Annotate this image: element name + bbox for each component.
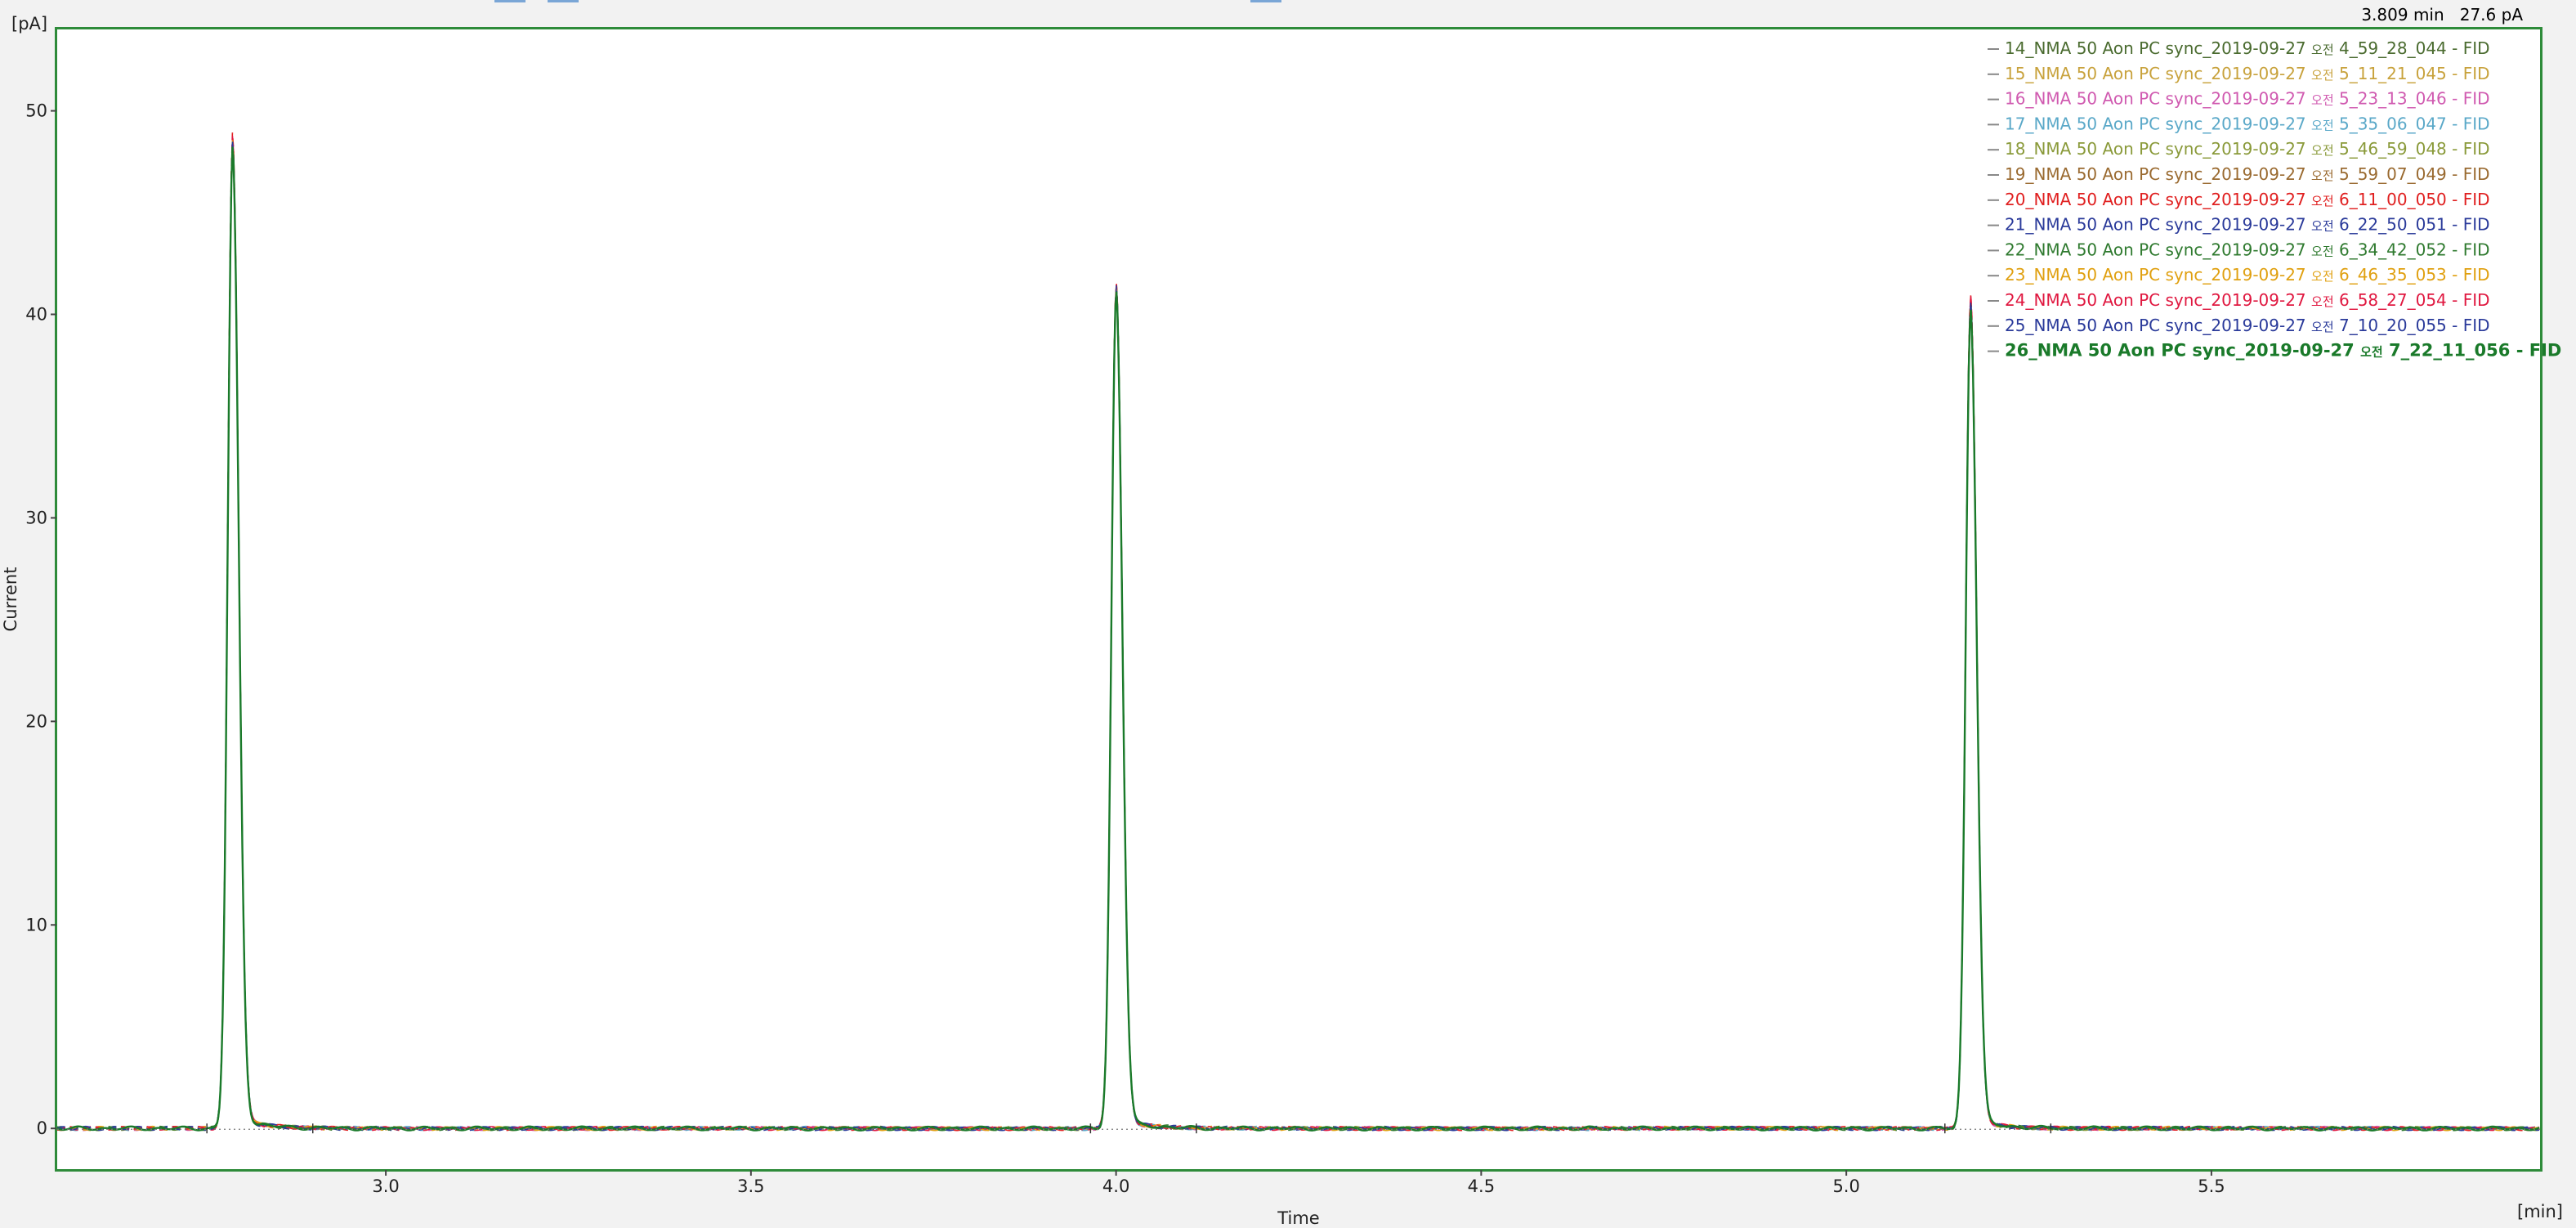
legend-entry[interactable]: 17_NMA 50 Aon PC sync_2019-09-27 오전 5_35… (2005, 114, 2490, 133)
series-line (56, 140, 2540, 1132)
series-line (56, 136, 2540, 1132)
legend-entry[interactable]: 24_NMA 50 Aon PC sync_2019-09-27 오전 6_58… (2005, 290, 2490, 310)
series-line (57, 137, 2540, 1132)
legend-entry[interactable]: 15_NMA 50 Aon PC sync_2019-09-27 오전 5_11… (2005, 64, 2490, 83)
y-axis-unit: [pA] (11, 14, 47, 34)
legend-entry[interactable]: 22_NMA 50 Aon PC sync_2019-09-27 오전 6_34… (2005, 240, 2490, 259)
chromatogram-chart: 0 10 20 30 40 50 3.0 3.5 4.0 4.5 5.0 5.5 [pA] Current… (1, 14, 2563, 1228)
legend-entry[interactable]: 21_NMA 50 Aon PC sync_2019-09-27 오전 6_22… (2005, 215, 2490, 235)
legend-entry[interactable]: 23_NMA 50 Aon PC sync_2019-09-27 오전 6_46… (2005, 265, 2490, 285)
series-line (57, 140, 2540, 1132)
x-axis-label: Time (1277, 1208, 1319, 1228)
x-tick-label: 3.0 (372, 1176, 399, 1196)
y-tick-label: 50 (25, 101, 47, 121)
y-tick-label: 10 (25, 915, 47, 934)
series-line (56, 140, 2540, 1132)
y-tick-label: 0 (37, 1118, 47, 1138)
x-tick-label: 5.5 (2198, 1176, 2225, 1196)
x-tick-label: 5.0 (1832, 1176, 1859, 1196)
legend-entry[interactable]: 16_NMA 50 Aon PC sync_2019-09-27 오전 5_23… (2005, 89, 2490, 109)
y-tick-label: 30 (25, 508, 47, 527)
y-tick-label: 20 (25, 711, 47, 731)
y-tick-label: 40 (25, 305, 47, 325)
series-line (56, 140, 2540, 1132)
y-axis-label: Current (1, 567, 20, 632)
legend-entry[interactable]: 19_NMA 50 Aon PC sync_2019-09-27 오전 5_59… (2005, 164, 2490, 184)
legend-entry[interactable]: 25_NMA 50 Aon PC sync_2019-09-27 오전 7_10… (2005, 316, 2490, 335)
legend-entry[interactable]: 20_NMA 50 Aon PC sync_2019-09-27 오전 6_11… (2005, 190, 2490, 209)
legend-entry[interactable]: 14_NMA 50 Aon PC sync_2019-09-27 오전 4_59… (2005, 38, 2490, 58)
x-tick-label: 3.5 (737, 1176, 764, 1196)
x-tick-label: 4.5 (1468, 1176, 1495, 1196)
legend-entry[interactable]: 26_NMA 50 Aon PC sync_2019-09-27 오전 7_22… (2005, 341, 2561, 361)
series-line (56, 139, 2540, 1132)
legend-entry[interactable]: 18_NMA 50 Aon PC sync_2019-09-27 오전 5_46… (2005, 139, 2490, 159)
x-axis-unit: [min] (2517, 1202, 2563, 1221)
x-tick-label: 4.0 (1102, 1176, 1129, 1196)
